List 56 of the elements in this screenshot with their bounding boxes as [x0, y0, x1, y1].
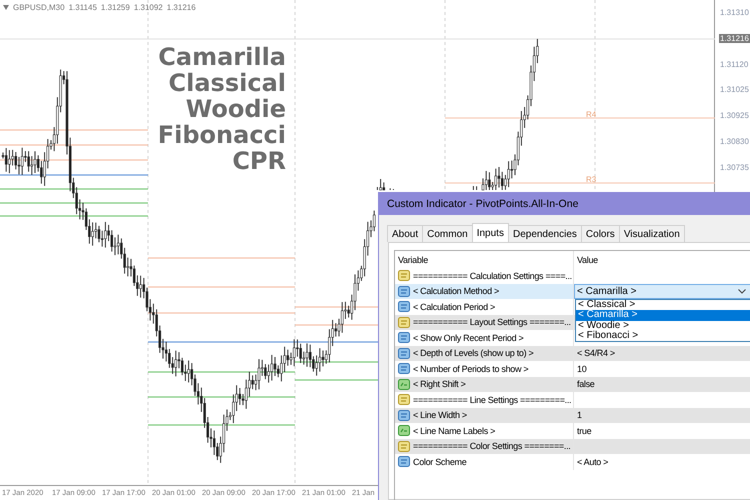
boolean-type-icon [398, 378, 410, 390]
price-axis-label: 1.31120 [719, 60, 750, 69]
variable-cell[interactable]: Color Scheme [395, 454, 574, 470]
triangle-icon[interactable] [3, 5, 9, 10]
number-type-icon [398, 410, 410, 421]
variable-name: < Line Width > [413, 410, 467, 420]
variable-name: < Show Only Recent Period > [413, 332, 524, 343]
dialog-title: Custom Indicator - PivotPoints.All-In-One [379, 192, 750, 215]
number-type-icon [398, 286, 410, 297]
method-title: Fibonacci [158, 122, 286, 148]
price-axis-label: 1.30830 [719, 137, 750, 146]
tab[interactable]: About [387, 225, 424, 242]
variable-name: =========== Line Settings =========... [413, 394, 572, 405]
method-title: CPR [232, 148, 286, 174]
variable-name: < Right Shift > [413, 379, 466, 390]
price-axis-label: 1.31025 [719, 85, 750, 94]
value-cell[interactable]: < Auto > [574, 454, 750, 470]
tab[interactable]: Dependencies [508, 225, 582, 242]
variable-name: < Number of Periods to show > [413, 364, 528, 374]
price-quote: 1.31259 [100, 3, 130, 12]
method-title: Woodie [186, 96, 286, 122]
level-label: R3 [586, 175, 596, 184]
price-quote: 1.31216 [166, 3, 196, 12]
dropdown-option[interactable]: < Camarilla > [576, 310, 750, 321]
price-quote: 1.31145 [68, 3, 97, 12]
variable-name: < Calculation Method > [413, 286, 499, 296]
number-type-icon [398, 363, 410, 374]
price-axis-label: 1.31310 [719, 8, 750, 17]
level-label: R4 [586, 110, 596, 119]
price-axis-label: 1.31216 [719, 34, 750, 43]
method-dropdown[interactable]: < Camarilla > [574, 284, 750, 298]
variable-name: Color Scheme [413, 456, 466, 467]
text-type-icon [398, 440, 410, 452]
text-type-icon [398, 270, 410, 282]
variable-name: < Calculation Period > [413, 302, 495, 312]
tab[interactable]: Inputs [472, 223, 509, 242]
number-type-icon [398, 301, 410, 312]
text-type-icon [398, 316, 410, 328]
variable-name: < Depth of Levels (show up to) > [413, 348, 534, 358]
price-axis-label: 1.30925 [719, 111, 750, 120]
variable-name: =========== Calculation Settings ====... [413, 270, 572, 281]
number-type-icon [398, 348, 410, 359]
chevron-down-icon [738, 288, 746, 294]
method-title: Camarilla [158, 44, 286, 70]
variable-name: =========== Color Settings ========... [413, 441, 570, 452]
number-type-icon [398, 332, 410, 344]
price-axis-label: 1.30735 [719, 162, 750, 172]
boolean-type-icon [398, 425, 410, 436]
variable-name: < Line Name Labels > [413, 426, 496, 436]
variable-name: =========== Layout Settings =======... [413, 317, 571, 328]
symbol-label: GBPUSD,M30 [13, 3, 65, 12]
number-type-icon [398, 456, 410, 468]
tab[interactable]: Visualization [618, 225, 685, 242]
text-type-icon [398, 394, 410, 406]
price-quote: 1.31092 [134, 3, 163, 12]
method-title: Classical [168, 70, 286, 96]
